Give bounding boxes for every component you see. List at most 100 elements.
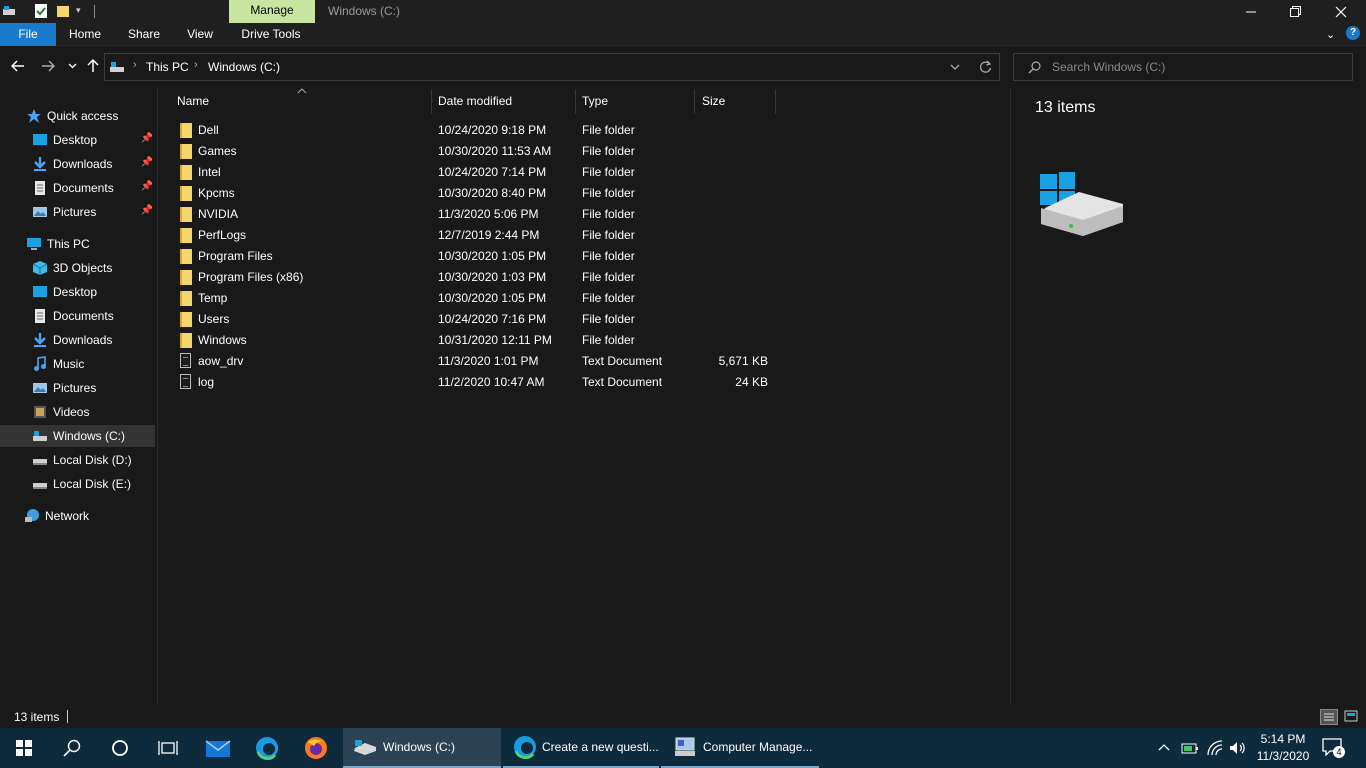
pin-icon[interactable]: 📌 [141, 181, 153, 192]
nav-music[interactable]: Music [0, 353, 155, 375]
table-row[interactable]: Intel 10/24/2020 7:14 PM File folder [159, 162, 779, 183]
edge-taskbar-button[interactable] [243, 728, 291, 768]
chevron-right-icon[interactable]: › [194, 59, 198, 71]
up-button[interactable] [83, 56, 103, 76]
firefox-taskbar-button[interactable] [292, 728, 340, 768]
mail-taskbar-button[interactable] [194, 728, 242, 768]
search-taskbar-button[interactable] [48, 728, 96, 768]
table-row[interactable]: Program Files 10/30/2020 1:05 PM File fold… [159, 246, 779, 267]
column-divider[interactable] [694, 90, 695, 114]
nav-downloads[interactable]: Downloads [0, 329, 155, 351]
table-row[interactable]: Windows 10/31/2020 12:11 PM File folder [159, 330, 779, 351]
recent-locations-button[interactable] [62, 56, 82, 76]
tab-manage[interactable]: Manage [229, 0, 315, 23]
taskbar-app-edge[interactable]: Create a new questi... [503, 728, 659, 768]
minimize-button[interactable] [1228, 0, 1274, 23]
nav-quick-downloads[interactable]: Downloads 📌 [0, 153, 155, 175]
nav-label: Pictures [53, 381, 97, 395]
tab-home[interactable]: Home [62, 23, 108, 46]
table-row[interactable]: log 11/2/2020 10:47 AM Text Document 24 KB [159, 372, 779, 393]
nav-this-pc[interactable]: This PC [0, 233, 155, 255]
address-bar[interactable]: › This PC › Windows (C:) [104, 53, 1000, 81]
table-row[interactable]: Kpcms 10/30/2020 8:40 PM File folder [159, 183, 779, 204]
wifi-icon[interactable] [1207, 740, 1223, 756]
cortana-icon [112, 740, 128, 756]
help-icon[interactable]: ? [1346, 26, 1360, 40]
column-header-size[interactable]: Size [702, 88, 772, 114]
pin-icon[interactable]: 📌 [141, 133, 153, 144]
search-box[interactable] [1013, 53, 1353, 81]
nav-local-disk-d[interactable]: Local Disk (D:) [0, 449, 155, 471]
tab-drive-tools[interactable]: Drive Tools [236, 23, 306, 46]
table-row[interactable]: Program Files (x86) 10/30/2020 1:03 PM Fil… [159, 267, 779, 288]
edge-icon [514, 736, 536, 759]
nav-documents[interactable]: Documents [0, 305, 155, 327]
restore-button[interactable] [1272, 0, 1318, 23]
column-divider[interactable] [775, 90, 776, 114]
nav-pictures[interactable]: Pictures [0, 377, 155, 399]
nav-label: 3D Objects [53, 261, 113, 275]
nav-windows-c[interactable]: Windows (C:) [0, 425, 155, 447]
close-button[interactable] [1318, 0, 1364, 23]
column-divider[interactable] [575, 90, 576, 114]
table-row[interactable]: PerfLogs 12/7/2019 2:44 PM File folder [159, 225, 779, 246]
cortana-button[interactable] [96, 728, 144, 768]
refresh-icon[interactable] [979, 60, 992, 74]
file-date-modified: 12/7/2019 2:44 PM [438, 228, 540, 242]
table-row[interactable]: NVIDIA 11/3/2020 5:06 PM File folder [159, 204, 779, 225]
breadcrumb-windows-c[interactable]: Windows (C:) [208, 60, 280, 74]
nav-quick-pictures[interactable]: Pictures 📌 [0, 201, 155, 223]
breadcrumb-this-pc[interactable]: This PC [146, 60, 189, 74]
mail-icon [205, 740, 231, 757]
tab-file[interactable]: File [0, 23, 56, 46]
table-row[interactable]: Users 10/24/2020 7:16 PM File folder [159, 309, 779, 330]
chevron-up-icon[interactable] [1158, 743, 1170, 751]
pin-icon[interactable]: 📌 [141, 157, 153, 168]
tab-share[interactable]: Share [122, 23, 166, 46]
column-divider[interactable] [431, 90, 432, 114]
task-view-button[interactable] [144, 728, 192, 768]
file-date-modified: 10/31/2020 12:11 PM [438, 333, 552, 347]
taskbar-app-computer-management[interactable]: Computer Manage... [661, 728, 819, 768]
properties-icon[interactable] [34, 3, 48, 19]
nav-quick-desktop[interactable]: Desktop 📌 [0, 129, 155, 151]
clock[interactable]: 5:14 PM 11/3/2020 [1248, 731, 1318, 765]
details-view-icon [1324, 713, 1334, 721]
chevron-right-icon[interactable]: › [133, 59, 137, 71]
nav-quick-documents[interactable]: Documents 📌 [0, 177, 155, 199]
action-center-button[interactable]: 4 [1322, 738, 1346, 758]
customize-toolbar-icon[interactable]: ▾ [76, 5, 90, 21]
file-type: File folder [582, 333, 635, 347]
search-input[interactable] [1052, 59, 1342, 75]
volume-icon[interactable] [1228, 740, 1246, 756]
details-view-button[interactable] [1320, 709, 1338, 725]
drive-icon [354, 740, 376, 755]
table-row[interactable]: aow_drv 11/3/2020 1:01 PM Text Document 5,6… [159, 351, 779, 372]
large-icons-view-button[interactable] [1343, 709, 1361, 725]
nav-quick-access[interactable]: Quick access [0, 105, 155, 127]
nav-local-disk-e[interactable]: Local Disk (E:) [0, 473, 155, 495]
tab-view[interactable]: View [180, 23, 220, 46]
battery-icon[interactable] [1181, 741, 1199, 755]
nav-videos[interactable]: Videos [0, 401, 155, 423]
forward-button[interactable] [38, 56, 58, 76]
drive-icon[interactable] [2, 3, 16, 19]
new-folder-icon[interactable] [56, 3, 70, 19]
pin-icon[interactable]: 📌 [141, 205, 153, 216]
taskbar-app-explorer[interactable]: Windows (C:) [343, 728, 501, 768]
table-row[interactable]: Games 10/30/2020 11:53 AM File folder [159, 141, 779, 162]
address-dropdown-icon[interactable] [950, 64, 960, 71]
column-header-name[interactable]: Name [177, 88, 427, 114]
expand-ribbon-icon[interactable]: ⌄ [1326, 28, 1335, 41]
nav-3d-objects[interactable]: 3D Objects [0, 257, 155, 279]
back-button[interactable] [8, 56, 28, 76]
table-row[interactable]: Temp 10/30/2020 1:05 PM File folder [159, 288, 779, 309]
nav-network[interactable]: Network [0, 505, 155, 527]
desktop-icon [33, 134, 47, 145]
folder-icon [180, 144, 192, 159]
column-header-type[interactable]: Type [582, 88, 692, 114]
column-header-date[interactable]: Date modified [438, 88, 573, 114]
start-button[interactable] [0, 728, 48, 768]
nav-desktop[interactable]: Desktop [0, 281, 155, 303]
table-row[interactable]: Dell 10/24/2020 9:18 PM File folder [159, 120, 779, 141]
